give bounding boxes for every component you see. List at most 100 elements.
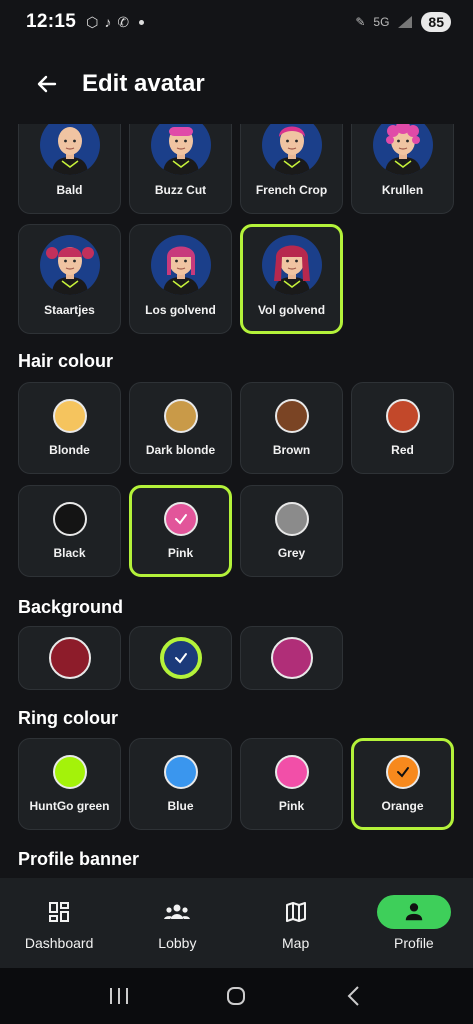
home-button[interactable] — [216, 976, 256, 1016]
background-title: Background — [18, 597, 124, 617]
arrow-left-icon — [37, 75, 57, 93]
avatar-preview — [150, 235, 211, 295]
ring-colour-option[interactable]: Blue — [129, 738, 232, 830]
nav-item-map[interactable]: Map — [237, 878, 355, 968]
ring-colour-title: Ring colour — [18, 708, 118, 728]
status-time: 12:15 — [26, 11, 77, 32]
background-swatch — [48, 637, 91, 679]
hair-style-label: Vol golvend — [257, 303, 326, 317]
hair-style-label: Krullen — [381, 183, 424, 197]
group-icon — [164, 904, 191, 919]
background-option[interactable] — [129, 626, 232, 690]
ring-colour-option[interactable]: HuntGo green — [18, 738, 121, 830]
hair-colour-label: Black — [53, 546, 86, 560]
hair-colour-label: Pink — [167, 546, 194, 560]
edit-avatar-scroll-area[interactable]: Bald Buzz Cut French Crop Krullen Staartjes L… — [0, 124, 473, 878]
background-swatch — [159, 637, 202, 679]
system-back-button[interactable] — [334, 976, 374, 1016]
network-label: 5G — [373, 15, 390, 29]
hair-colour-option[interactable]: Dark blonde — [129, 382, 232, 474]
status-bar: 12:15 ⬡ ♪ ✆ ✎ 5G 85 — [0, 0, 473, 44]
hair-colour-option[interactable]: Pink — [129, 485, 232, 577]
ring-colour-label: HuntGo green — [29, 799, 110, 813]
home-icon — [227, 987, 246, 1005]
hair-colour-label: Blonde — [49, 443, 90, 457]
colour-swatch — [52, 399, 87, 433]
recent-apps-button[interactable] — [99, 976, 139, 1016]
app-header: Edit avatar — [0, 58, 473, 110]
colour-swatch — [274, 502, 309, 536]
page-title: Edit avatar — [82, 70, 205, 97]
bottom-navigation: Dashboard Lobby Map Profile — [0, 878, 473, 968]
avatar-preview — [150, 124, 211, 175]
hair-style-option[interactable]: Staartjes — [18, 224, 121, 334]
hair-style-option[interactable]: Buzz Cut — [129, 124, 232, 214]
hair-colour-option[interactable]: Black — [18, 485, 121, 577]
hair-colour-label: Brown — [272, 443, 311, 457]
check-icon — [396, 767, 409, 778]
profile-banner-title: Profile banner — [18, 849, 140, 869]
chevron-left-icon — [347, 986, 359, 1006]
ring-colour-option[interactable]: Pink — [240, 738, 343, 830]
hair-colour-title: Hair colour — [18, 351, 114, 371]
colour-swatch — [52, 755, 87, 789]
pen-icon: ✎ — [355, 15, 366, 29]
hair-colour-option[interactable]: Grey — [240, 485, 343, 577]
colour-swatch — [163, 755, 198, 789]
colour-swatch — [52, 502, 87, 536]
ring-colour-label: Orange — [381, 799, 424, 813]
avatar-preview — [261, 235, 322, 295]
avatar-preview — [372, 124, 433, 175]
hair-colour-label: Dark blonde — [145, 443, 216, 457]
nav-item-profile[interactable]: Profile — [355, 878, 473, 968]
colour-swatch — [163, 502, 198, 536]
hair-style-label: Los golvend — [145, 303, 216, 317]
colour-swatch — [274, 755, 309, 789]
hair-colour-option[interactable]: Blonde — [18, 382, 121, 474]
recent-apps-icon — [109, 988, 128, 1004]
ring-colour-label: Pink — [278, 799, 305, 813]
check-icon — [174, 653, 187, 664]
signal-icon — [398, 16, 413, 28]
nav-label-dashboard: Dashboard — [24, 935, 94, 951]
notification-icons: ⬡ ♪ ✆ — [86, 13, 145, 31]
background-swatch — [270, 637, 313, 679]
background-option[interactable] — [240, 626, 343, 690]
hair-style-option[interactable]: Krullen — [351, 124, 454, 214]
nav-label-map: Map — [282, 935, 310, 951]
avatar-preview — [261, 124, 322, 175]
hair-style-label: Buzz Cut — [154, 183, 207, 197]
hair-style-option[interactable]: Los golvend — [129, 224, 232, 334]
hair-colour-label: Grey — [277, 546, 306, 560]
colour-swatch — [385, 755, 420, 789]
hair-colour-label: Red — [391, 443, 414, 457]
colour-swatch — [163, 399, 198, 433]
ring-colour-option[interactable]: Orange — [351, 738, 454, 830]
system-navigation — [0, 968, 473, 1024]
dashboard-icon — [49, 902, 70, 922]
hair-style-label: French Crop — [255, 183, 328, 197]
check-icon — [174, 514, 187, 525]
nav-label-profile: Profile — [394, 935, 434, 951]
back-button[interactable] — [32, 69, 62, 99]
battery-indicator: 85 — [421, 12, 451, 32]
avatar-preview — [39, 124, 100, 175]
nav-item-lobby[interactable]: Lobby — [118, 878, 236, 968]
hair-colour-option[interactable]: Brown — [240, 382, 343, 474]
map-icon — [285, 902, 306, 922]
hair-style-label: Bald — [56, 183, 83, 197]
hair-style-option[interactable]: French Crop — [240, 124, 343, 214]
hair-colour-option[interactable]: Red — [351, 382, 454, 474]
colour-swatch — [274, 399, 309, 433]
nav-label-lobby: Lobby — [158, 935, 197, 951]
background-option[interactable] — [18, 626, 121, 690]
hair-style-option[interactable]: Bald — [18, 124, 121, 214]
avatar-preview — [39, 235, 100, 295]
hair-style-label: Staartjes — [44, 303, 95, 317]
whatsapp-icon: ✆ — [117, 13, 130, 30]
more-notifications-icon — [139, 19, 145, 25]
colour-swatch — [385, 399, 420, 433]
hair-style-option[interactable]: Vol golvend — [240, 224, 343, 334]
app-notification-icon: ⬡ — [86, 13, 99, 30]
nav-item-dashboard[interactable]: Dashboard — [0, 878, 118, 968]
